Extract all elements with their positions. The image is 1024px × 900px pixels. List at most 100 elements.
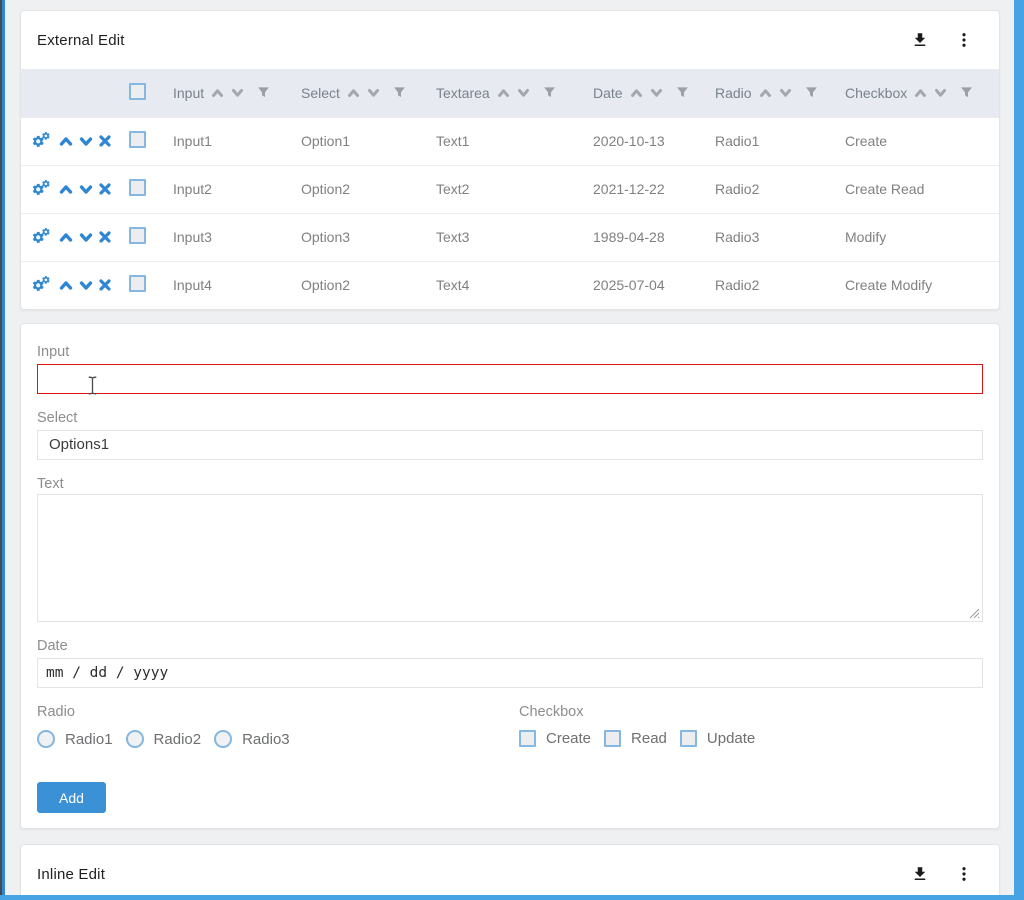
radio-option-radio3[interactable] [214, 730, 232, 748]
add-button[interactable]: Add [37, 782, 106, 813]
cell-checkbox: Create Read [837, 165, 999, 213]
sort-down-icon[interactable] [779, 88, 792, 98]
cell-date: 2025-07-04 [585, 261, 707, 309]
row-checkbox[interactable] [129, 275, 146, 292]
header-col-radio: Radio [707, 69, 837, 117]
download-icon[interactable] [911, 865, 929, 883]
cell-checkbox: Create [837, 117, 999, 165]
row-actions [31, 180, 109, 198]
radio-label: Radio [37, 705, 519, 719]
table-row: Input2 Option2 Text2 2021-12-22 Radio2 C… [21, 165, 999, 213]
sort-up-icon[interactable] [211, 88, 224, 98]
select-field[interactable]: Options1 [37, 430, 983, 460]
cell-input: Input4 [165, 261, 293, 309]
row-move-up-icon[interactable] [59, 232, 73, 243]
window-left-edge [0, 0, 5, 900]
cell-select: Option1 [293, 117, 428, 165]
column-label: Input [173, 85, 204, 101]
row-checkbox[interactable] [129, 131, 146, 148]
row-move-up-icon[interactable] [59, 184, 73, 195]
filter-funnel-icon[interactable] [543, 86, 556, 99]
sort-up-icon[interactable] [630, 88, 643, 98]
page-content: External Edit Input Select Textarea [20, 0, 1000, 900]
kebab-menu-icon[interactable] [955, 865, 973, 883]
select-all-checkbox[interactable] [129, 83, 146, 100]
table-row: Input4 Option2 Text4 2025-07-04 Radio2 C… [21, 261, 999, 309]
table-row: Input3 Option3 Text3 1989-04-28 Radio3 M… [21, 213, 999, 261]
sort-down-icon[interactable] [650, 88, 663, 98]
input-field[interactable] [37, 364, 983, 394]
download-icon[interactable] [911, 31, 929, 49]
row-delete-icon[interactable] [99, 135, 111, 147]
row-checkbox[interactable] [129, 179, 146, 196]
titlebar-icons [911, 865, 973, 883]
column-label: Textarea [436, 85, 490, 101]
vertical-scrollbar[interactable] [1014, 0, 1024, 900]
cell-select: Option2 [293, 165, 428, 213]
sort-up-icon[interactable] [497, 88, 510, 98]
cell-radio: Radio2 [707, 165, 837, 213]
sort-up-icon[interactable] [347, 88, 360, 98]
header-select-all-cell [113, 69, 165, 117]
column-label: Checkbox [845, 85, 907, 101]
column-label: Date [593, 85, 623, 101]
column-label: Radio [715, 85, 752, 101]
filter-funnel-icon[interactable] [676, 86, 689, 99]
sort-up-icon[interactable] [759, 88, 772, 98]
cell-radio: Radio3 [707, 213, 837, 261]
radio-option-label: Radio3 [242, 731, 290, 748]
checkbox-label: Checkbox [519, 705, 983, 719]
radio-group: Radio Radio1 Radio2 Radio3 [37, 705, 519, 748]
resize-grip-icon[interactable] [969, 608, 980, 619]
row-move-up-icon[interactable] [59, 136, 73, 147]
filter-funnel-icon[interactable] [257, 86, 270, 99]
header-col-textarea: Textarea [428, 69, 585, 117]
row-settings-icon[interactable] [31, 228, 53, 246]
cell-textarea: Text3 [428, 213, 585, 261]
cell-textarea: Text4 [428, 261, 585, 309]
row-checkbox[interactable] [129, 227, 146, 244]
textarea-field[interactable] [37, 494, 983, 622]
row-move-down-icon[interactable] [79, 280, 93, 291]
select-label: Select [37, 411, 983, 425]
table-header-row: Input Select Textarea Date Radio Checkbo… [21, 69, 999, 117]
checkbox-option-create[interactable] [519, 730, 536, 747]
cell-input: Input1 [165, 117, 293, 165]
header-actions-cell [21, 69, 113, 117]
row-move-down-icon[interactable] [79, 232, 93, 243]
radio-option-radio1[interactable] [37, 730, 55, 748]
row-delete-icon[interactable] [99, 183, 111, 195]
row-move-up-icon[interactable] [59, 280, 73, 291]
filter-funnel-icon[interactable] [960, 86, 973, 99]
row-delete-icon[interactable] [99, 231, 111, 243]
filter-funnel-icon[interactable] [805, 86, 818, 99]
kebab-menu-icon[interactable] [955, 31, 973, 49]
header-col-select: Select [293, 69, 428, 117]
date-field[interactable]: mm / dd / yyyy [37, 658, 983, 688]
checkbox-option-read[interactable] [604, 730, 621, 747]
row-move-down-icon[interactable] [79, 184, 93, 195]
titlebar-icons [911, 31, 973, 49]
row-delete-icon[interactable] [99, 279, 111, 291]
external-edit-card: External Edit Input Select Textarea [20, 10, 1000, 310]
sort-down-icon[interactable] [517, 88, 530, 98]
sort-down-icon[interactable] [934, 88, 947, 98]
radio-option-radio2[interactable] [126, 730, 144, 748]
sort-down-icon[interactable] [367, 88, 380, 98]
row-move-down-icon[interactable] [79, 136, 93, 147]
cell-date: 2020-10-13 [585, 117, 707, 165]
row-settings-icon[interactable] [31, 132, 53, 150]
row-actions [31, 276, 109, 294]
cell-date: 1989-04-28 [585, 213, 707, 261]
row-actions [31, 228, 109, 246]
sort-up-icon[interactable] [914, 88, 927, 98]
filter-funnel-icon[interactable] [393, 86, 406, 99]
cell-radio: Radio1 [707, 117, 837, 165]
checkbox-option-update[interactable] [680, 730, 697, 747]
cell-textarea: Text2 [428, 165, 585, 213]
horizontal-scrollbar[interactable] [0, 895, 1014, 900]
row-settings-icon[interactable] [31, 276, 53, 294]
row-settings-icon[interactable] [31, 180, 53, 198]
sort-down-icon[interactable] [231, 88, 244, 98]
checkbox-option-label: Read [631, 730, 667, 747]
